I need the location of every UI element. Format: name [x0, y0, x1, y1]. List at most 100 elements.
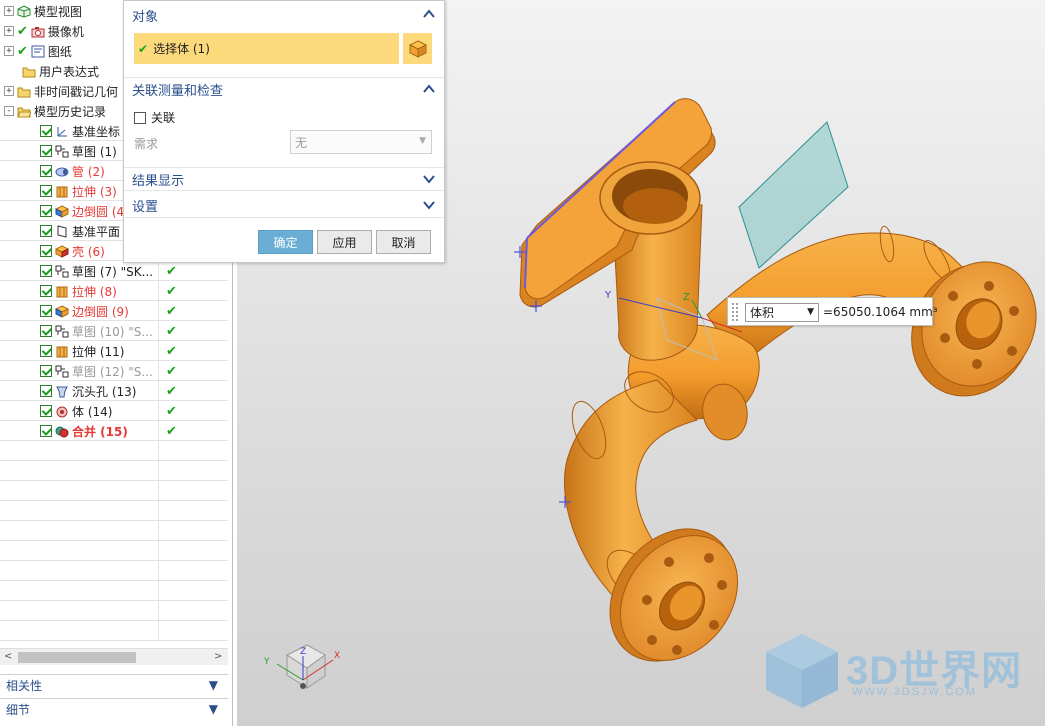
tube-icon	[55, 167, 69, 176]
model-views-icon	[17, 4, 31, 18]
tree-node-label: 摄像机	[47, 24, 84, 39]
drag-grip-icon[interactable]	[731, 302, 739, 322]
visibility-checkbox[interactable]	[40, 365, 52, 377]
feature-name-cell[interactable]: 拉伸 (8)	[0, 281, 159, 301]
empty-row	[0, 561, 228, 581]
chevron-up-icon[interactable]	[422, 7, 436, 21]
visibility-checkbox[interactable]	[40, 225, 52, 237]
visibility-checkbox[interactable]	[40, 305, 52, 317]
section-associative-header[interactable]: 关联测量和检查	[124, 77, 444, 101]
feature-name-cell[interactable]: 体 (14)	[0, 401, 159, 421]
expand-toggle[interactable]: +	[4, 6, 14, 16]
cancel-button[interactable]: 取消	[376, 230, 431, 254]
feature-row[interactable]: 草图 (7) "SK... ✔	[0, 261, 228, 281]
horizontal-scrollbar[interactable]: < >	[0, 648, 228, 665]
visibility-checkbox[interactable]	[40, 285, 52, 297]
chevron-down-icon[interactable]: ▼	[209, 702, 218, 716]
feature-label: 基准坐标	[72, 124, 121, 139]
panel-details[interactable]: 细节 ▼	[0, 698, 228, 720]
site-watermark: 3D世界网 WWW.3DSJW.COM	[760, 630, 1040, 710]
feature-row[interactable]: 草图 (12) "S... ✔	[0, 361, 228, 381]
measure-type-select[interactable]: 体积 ▼	[745, 303, 819, 322]
feature-row[interactable]: 边倒圆 (9) ✔	[0, 301, 228, 321]
visibility-checkbox[interactable]	[40, 165, 52, 177]
scroll-left-icon[interactable]: <	[4, 651, 12, 662]
tree-node-label: 图纸	[47, 44, 72, 59]
chevron-up-icon[interactable]	[422, 82, 436, 96]
feature-status-cell: ✔	[160, 401, 228, 421]
counterbore-hole-icon	[56, 386, 68, 397]
visibility-checkbox[interactable]	[40, 205, 52, 217]
feature-status-cell: ✔	[160, 321, 228, 341]
section-results-header[interactable]: 结果显示	[124, 167, 444, 191]
scroll-thumb[interactable]	[18, 652, 136, 663]
visibility-checkbox[interactable]	[40, 125, 52, 137]
associative-checkbox-label: 关联	[151, 111, 176, 125]
empty-cell	[0, 441, 159, 461]
visibility-checkbox[interactable]	[40, 425, 52, 437]
collapse-toggle[interactable]: -	[4, 106, 14, 116]
expand-toggle[interactable]: +	[4, 26, 14, 36]
requirement-select[interactable]: 无 ▼	[290, 130, 432, 154]
feature-row[interactable]: 体 (14) ✔	[0, 401, 228, 421]
feature-row[interactable]: 沉头孔 (13) ✔	[0, 381, 228, 401]
scroll-right-icon[interactable]: >	[214, 651, 222, 662]
visibility-checkbox[interactable]	[40, 405, 52, 417]
empty-cell	[0, 601, 159, 621]
ok-button[interactable]: 确定	[258, 230, 313, 254]
feature-name-cell[interactable]: 草图 (10) "S...	[0, 321, 159, 341]
section-title: 结果显示	[132, 173, 185, 189]
extrude-icon	[56, 286, 68, 297]
feature-label: 拉伸 (11)	[72, 344, 125, 359]
chevron-down-icon[interactable]: ▼	[209, 678, 218, 692]
visibility-checkbox[interactable]	[40, 385, 52, 397]
feature-label: 管 (2)	[72, 164, 105, 179]
visibility-checkbox[interactable]	[40, 245, 52, 257]
empty-row	[0, 621, 228, 641]
chevron-down-icon[interactable]	[422, 172, 436, 186]
empty-cell	[0, 581, 159, 601]
feature-row[interactable]: 草图 (10) "S... ✔	[0, 321, 228, 341]
view-triad-z-label: Z	[300, 647, 306, 657]
section-title: 对象	[132, 9, 159, 25]
dropdown-arrow-icon: ▼	[419, 136, 426, 146]
feature-name-cell[interactable]: 草图 (12) "S...	[0, 361, 159, 381]
visibility-checkbox[interactable]	[40, 345, 52, 357]
visibility-checkbox[interactable]	[40, 265, 52, 277]
section-title: 设置	[132, 200, 159, 215]
empty-row	[0, 581, 228, 601]
feature-row[interactable]: 拉伸 (11) ✔	[0, 341, 228, 361]
feature-name-cell[interactable]: 拉伸 (11)	[0, 341, 159, 361]
feature-name-cell[interactable]: 沉头孔 (13)	[0, 381, 159, 401]
feature-name-cell[interactable]: 草图 (7) "SK...	[0, 261, 159, 281]
chevron-down-icon[interactable]	[422, 198, 436, 212]
visibility-checkbox[interactable]	[40, 185, 52, 197]
model-triad-z-label: Z	[683, 292, 690, 303]
section-object-header[interactable]: 对象	[124, 3, 444, 27]
folder-open-icon	[17, 107, 31, 117]
expand-toggle[interactable]: +	[4, 86, 14, 96]
empty-cell	[0, 541, 159, 561]
feature-name-cell[interactable]: 合并 (15)	[0, 421, 159, 441]
empty-row	[0, 501, 228, 521]
feature-row[interactable]: 合并 (15) ✔	[0, 421, 228, 441]
associative-checkbox[interactable]	[134, 111, 146, 124]
sketch-icon	[55, 265, 69, 277]
select-body-row[interactable]: ✔ 选择体 (1)	[134, 33, 399, 64]
visibility-checkbox[interactable]	[40, 325, 52, 337]
edge-blend-icon	[55, 204, 69, 218]
feature-row[interactable]: 拉伸 (8) ✔	[0, 281, 228, 301]
feature-status-cell: ✔	[160, 381, 228, 401]
empty-cell	[0, 561, 159, 581]
select-body-button[interactable]	[401, 33, 432, 64]
associative-checkbox-row[interactable]: 关联	[134, 109, 175, 126]
apply-button[interactable]: 应用	[317, 230, 372, 254]
feature-name-cell[interactable]: 边倒圆 (9)	[0, 301, 159, 321]
expand-toggle[interactable]: +	[4, 46, 14, 56]
visibility-checkbox[interactable]	[40, 145, 52, 157]
watermark-url: WWW.3DSJW.COM	[852, 686, 977, 698]
feature-label: 壳 (6)	[72, 244, 105, 259]
section-settings-header[interactable]: 设置	[124, 194, 444, 218]
empty-cell	[0, 501, 159, 521]
panel-dependencies[interactable]: 相关性 ▼	[0, 674, 228, 696]
